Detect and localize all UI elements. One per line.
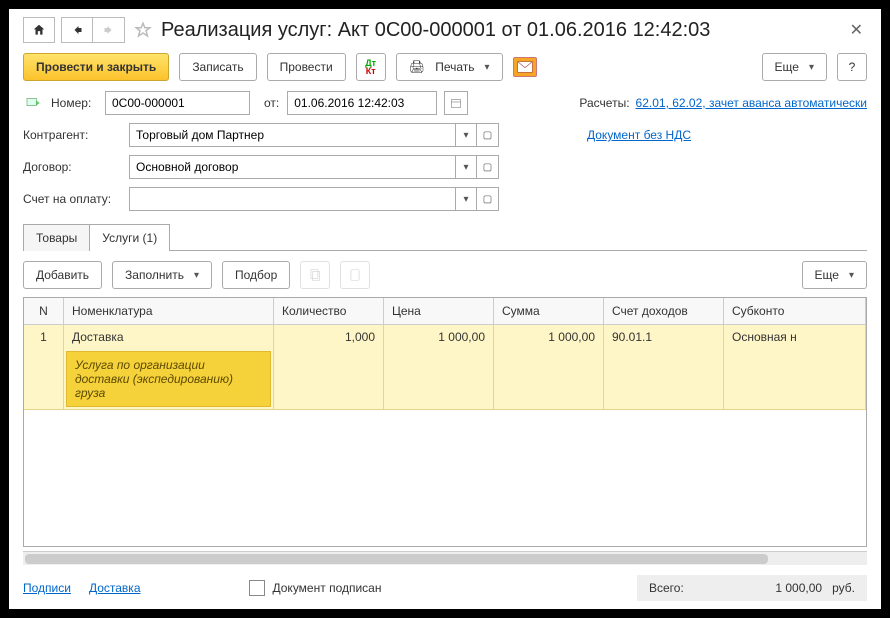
col-quantity[interactable]: Количество	[274, 298, 384, 324]
col-price[interactable]: Цена	[384, 298, 494, 324]
tab-panel-services: Добавить Заполнить Подбор Еще N Номенкла…	[23, 250, 867, 565]
total-label: Всего:	[649, 581, 684, 595]
settlements-link[interactable]: 62.01, 62.02, зачет аванса автоматически	[636, 96, 867, 110]
post-button[interactable]: Провести	[267, 53, 346, 81]
col-account[interactable]: Счет доходов	[604, 298, 724, 324]
paste-button[interactable]	[340, 261, 370, 289]
copy-button[interactable]	[300, 261, 330, 289]
signatures-link[interactable]: Подписи	[23, 581, 71, 595]
col-sum[interactable]: Сумма	[494, 298, 604, 324]
grid-body[interactable]: 1 Доставка Услуга по организации доставк…	[24, 325, 866, 546]
favorite-button[interactable]	[131, 18, 155, 42]
number-input[interactable]	[105, 91, 250, 115]
window-title: Реализация услуг: Акт 0С00-000001 от 01.…	[161, 19, 840, 42]
row-contract: Договор: ▾ ▢	[23, 155, 867, 179]
cell-qty: 1,000	[274, 325, 384, 409]
contract-input[interactable]	[129, 155, 455, 179]
counterparty-dropdown[interactable]: ▾	[455, 123, 477, 147]
cell-nomenclature: Доставка Услуга по организации доставки …	[64, 325, 274, 409]
print-label: Печать	[435, 60, 474, 74]
horizontal-scrollbar[interactable]	[23, 551, 867, 565]
cell-n: 1	[24, 325, 64, 409]
nav-group	[61, 17, 125, 43]
total-panel: Всего: 1 000,00 руб.	[637, 575, 867, 601]
row-number-date: Номер: от: Расчеты: 62.01, 62.02, зачет …	[23, 91, 867, 115]
col-nomenclature[interactable]: Номенклатура	[64, 298, 274, 324]
footer: Подписи Доставка Документ подписан Всего…	[23, 565, 867, 601]
invoice-open[interactable]: ▢	[477, 187, 499, 211]
close-button[interactable]: ✕	[846, 20, 867, 40]
help-button[interactable]: ?	[837, 53, 867, 81]
main-toolbar: Провести и закрыть Записать Провести ДтК…	[23, 53, 867, 81]
row-counterparty: Контрагент: ▾ ▢ Документ без НДС	[23, 123, 867, 147]
tab-bar: Товары Услуги (1)	[23, 223, 867, 250]
add-button[interactable]: Добавить	[23, 261, 102, 289]
sub-toolbar: Добавить Заполнить Подбор Еще	[23, 261, 867, 289]
nomenclature-name: Доставка	[64, 325, 273, 349]
invoice-dropdown[interactable]: ▾	[455, 187, 477, 211]
invoice-label: Счет на оплату:	[23, 192, 121, 206]
scrollbar-thumb[interactable]	[25, 554, 768, 564]
save-button[interactable]: Записать	[179, 53, 256, 81]
settlements-label: Расчеты:	[579, 96, 629, 110]
row-invoice: Счет на оплату: ▾ ▢	[23, 187, 867, 211]
col-n[interactable]: N	[24, 298, 64, 324]
home-icon	[32, 23, 46, 37]
post-and-close-button[interactable]: Провести и закрыть	[23, 53, 169, 81]
posted-icon	[23, 93, 43, 113]
forward-button[interactable]	[93, 17, 125, 43]
total-value: 1 000,00	[775, 581, 822, 595]
cell-price: 1 000,00	[384, 325, 494, 409]
counterparty-open[interactable]: ▢	[477, 123, 499, 147]
nomenclature-description: Услуга по организации доставки (экспедир…	[66, 351, 271, 407]
contract-label: Договор:	[23, 160, 121, 174]
date-label: от:	[264, 96, 279, 110]
number-label: Номер:	[51, 96, 97, 110]
signed-label: Документ подписан	[273, 581, 382, 595]
table-row[interactable]: 1 Доставка Услуга по организации доставк…	[24, 325, 866, 410]
copy-icon	[308, 268, 322, 282]
calendar-button[interactable]	[444, 91, 468, 115]
select-button[interactable]: Подбор	[222, 261, 290, 289]
services-grid: N Номенклатура Количество Цена Сумма Сче…	[23, 297, 867, 547]
home-button[interactable]	[23, 17, 55, 43]
fill-button[interactable]: Заполнить	[112, 261, 212, 289]
print-button[interactable]: Печать	[396, 53, 503, 81]
total-currency: руб.	[832, 581, 855, 595]
dtkt-icon: ДтКт	[365, 59, 376, 75]
document-window: Реализация услуг: Акт 0С00-000001 от 01.…	[9, 9, 881, 609]
col-subconto[interactable]: Субконто	[724, 298, 866, 324]
contract-dropdown[interactable]: ▾	[455, 155, 477, 179]
titlebar: Реализация услуг: Акт 0С00-000001 от 01.…	[23, 17, 867, 43]
vat-link[interactable]: Документ без НДС	[587, 128, 691, 142]
signed-checkbox[interactable]	[249, 580, 265, 596]
sub-more-button[interactable]: Еще	[802, 261, 867, 289]
star-icon	[134, 21, 152, 39]
cell-subconto: Основная н	[724, 325, 866, 409]
dtkt-button[interactable]: ДтКт	[356, 53, 386, 81]
contract-open[interactable]: ▢	[477, 155, 499, 179]
date-input[interactable]	[287, 91, 437, 115]
counterparty-label: Контрагент:	[23, 128, 121, 142]
envelope-icon	[517, 61, 533, 73]
tab-services[interactable]: Услуги (1)	[89, 224, 170, 251]
cell-account: 90.01.1	[604, 325, 724, 409]
arrow-left-icon	[71, 24, 83, 36]
tab-goods[interactable]: Товары	[23, 224, 90, 251]
invoice-input[interactable]	[129, 187, 455, 211]
cell-sum: 1 000,00	[494, 325, 604, 409]
counterparty-input[interactable]	[129, 123, 455, 147]
calendar-icon	[450, 97, 462, 109]
back-button[interactable]	[61, 17, 93, 43]
arrow-right-icon	[103, 24, 115, 36]
printer-icon	[409, 59, 430, 75]
grid-header: N Номенклатура Количество Цена Сумма Сче…	[24, 298, 866, 325]
more-button[interactable]: Еще	[762, 53, 827, 81]
email-button[interactable]	[513, 57, 537, 77]
delivery-link[interactable]: Доставка	[89, 581, 141, 595]
paste-icon	[348, 268, 362, 282]
